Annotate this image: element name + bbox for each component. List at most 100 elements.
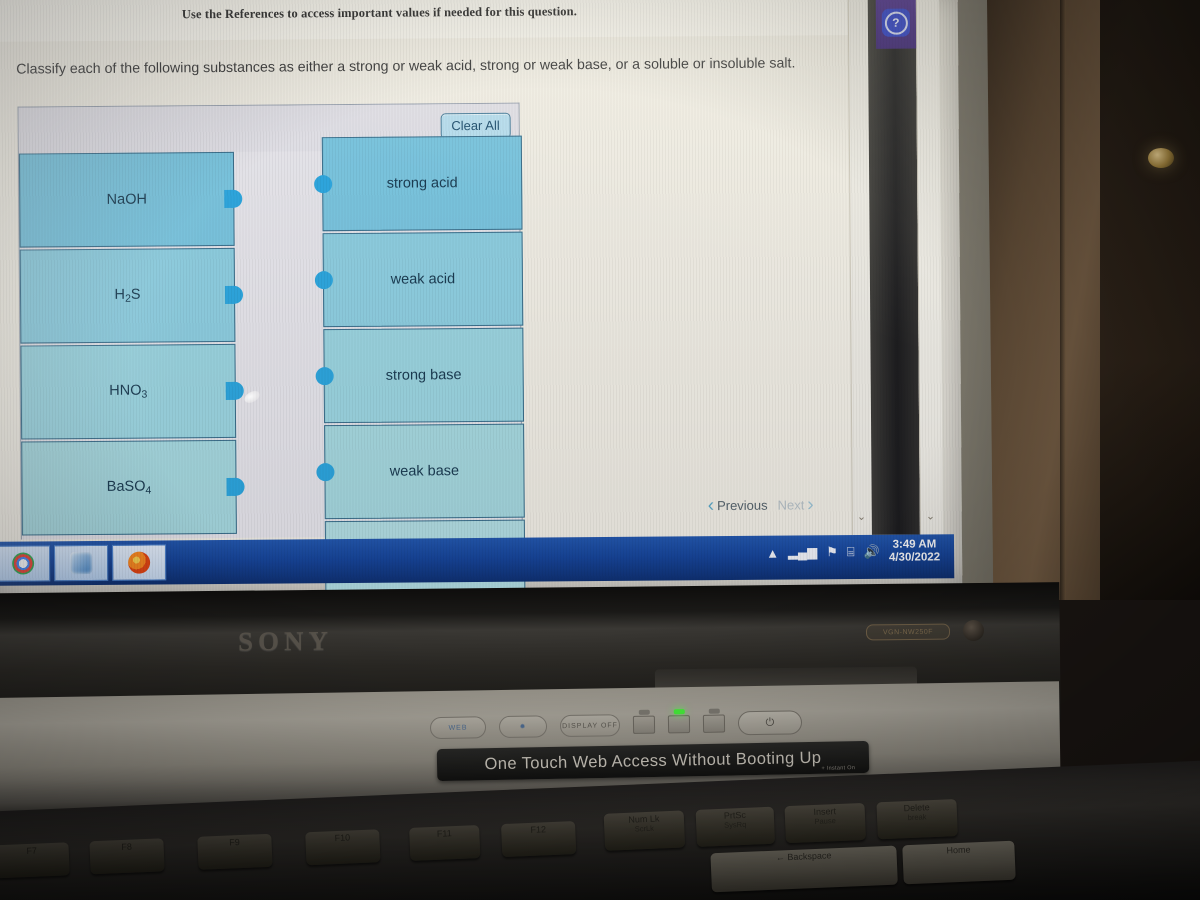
key-f8[interactable]: F8 — [89, 838, 165, 875]
chevron-left-icon: ‹ — [707, 495, 715, 517]
key-prtsc[interactable]: PrtSc SysRq — [695, 806, 776, 847]
security-updates-icon — [70, 552, 93, 575]
key-label: F10 — [334, 832, 351, 844]
category-label: strong acid — [386, 175, 458, 192]
key-f9[interactable]: F9 — [197, 833, 273, 870]
question-navigation: ‹ Previous Next › — [707, 494, 814, 517]
key-sublabel: Pause — [814, 816, 836, 826]
scroll-down-arrow-icon[interactable]: ⌄ — [926, 509, 935, 522]
category-label: weak base — [389, 463, 460, 480]
matching-panel: Clear All NaOH H2S HNO3 BaSO4 strong acid we… — [17, 102, 526, 594]
power-button[interactable]: ⏻ — [737, 710, 803, 736]
clock-time: 3:49 AM — [892, 538, 937, 551]
key-f10[interactable]: F10 — [305, 829, 381, 866]
substance-tile[interactable]: BaSO4 — [21, 439, 245, 536]
key-sublabel: break — [907, 812, 927, 823]
category-tile[interactable]: weak base — [316, 423, 525, 520]
hdd-indicator-icon — [632, 709, 656, 734]
substance-label: HNO3 — [109, 382, 148, 401]
taskbar-item-firefox[interactable] — [111, 544, 167, 581]
substance-label: BaSO4 — [106, 478, 152, 497]
key-label: Num Lk ScrLk — [628, 813, 660, 834]
flag-action-center-icon[interactable]: ⚑ — [826, 544, 838, 560]
dark-doorway — [1100, 0, 1200, 600]
key-label: F7 — [26, 845, 38, 857]
previous-label: Previous — [716, 497, 768, 514]
windows-taskbar: ▲ ▂▄▆ ⚑ ⌸ 🔊 3:49 AM 4/30/2022 — [0, 534, 955, 586]
key-label: ← Backspace — [775, 850, 832, 863]
key-label: Delete break — [903, 802, 930, 823]
substance-label: H2S — [114, 286, 141, 305]
next-label: Next — [777, 497, 805, 513]
key-delete[interactable]: Delete break — [876, 799, 958, 840]
taskbar-item-chrome[interactable] — [0, 545, 51, 582]
system-tray: ▲ ▂▄▆ ⚑ ⌸ 🔊 3:49 AM 4/30/2022 — [766, 538, 940, 565]
connector-knob-icon[interactable] — [314, 175, 333, 194]
clock-date: 4/30/2022 — [888, 551, 941, 564]
door-knob — [1148, 148, 1174, 168]
category-tile[interactable]: weak acid — [314, 231, 524, 328]
key-num-lk[interactable]: Num Lk ScrLk — [603, 810, 686, 851]
connector-knob-icon[interactable] — [315, 367, 334, 386]
category-column: strong acid weak acid strong base weak base — [314, 135, 526, 594]
connector-knob-icon[interactable] — [226, 477, 245, 496]
question-mark-icon: ? — [884, 11, 908, 35]
sticker-text: One Touch Web Access Without Booting Up — [484, 748, 822, 773]
window-gutter — [867, 0, 920, 535]
next-button[interactable]: Next › — [777, 494, 814, 516]
connector-knob-icon[interactable] — [316, 463, 335, 482]
battery-indicator-icon — [702, 708, 726, 733]
sticker-subtext: + Instant On — [821, 765, 856, 772]
chevron-right-icon: › — [807, 494, 814, 516]
laptop-screen: Use the References to access important v… — [0, 0, 963, 594]
reference-bar-text: Use the References to access important v… — [181, 4, 577, 22]
mute-button[interactable]: ✹ — [498, 715, 548, 739]
key--backspace[interactable]: ← Backspace — [710, 845, 898, 893]
help-button[interactable]: ? — [881, 8, 911, 37]
model-badge: VGN-NW250F — [865, 623, 951, 641]
network-signal-icon[interactable]: ▂▄▆ — [788, 544, 817, 560]
page-scrollbar[interactable]: ⌄ — [915, 0, 943, 535]
key-label: F9 — [229, 837, 240, 848]
category-tile[interactable]: strong base — [315, 327, 525, 424]
key-f7[interactable]: F7 — [0, 842, 70, 879]
sony-logo: SONY — [237, 625, 334, 657]
substance-label: NaOH — [106, 191, 147, 208]
previous-button[interactable]: ‹ Previous — [707, 495, 768, 517]
taskbar-icons — [0, 544, 167, 582]
substance-tile[interactable]: HNO3 — [20, 343, 244, 440]
substance-tile[interactable]: H2S — [19, 247, 244, 344]
door-edge — [1060, 0, 1066, 600]
key-home[interactable]: Home — [902, 840, 1016, 885]
key-label: F8 — [121, 841, 133, 853]
chrome-icon — [12, 552, 35, 575]
scroll-down-arrow-icon[interactable]: ⌄ — [857, 510, 866, 523]
connector-knob-icon[interactable] — [224, 285, 244, 304]
key-insert[interactable]: Insert Pause — [784, 802, 866, 844]
question-prompt: Classify each of the following substance… — [16, 55, 796, 78]
firefox-icon — [128, 551, 151, 574]
web-button[interactable]: WEB — [429, 716, 487, 740]
connector-knob-icon[interactable] — [225, 381, 244, 400]
key-f11[interactable]: F11 — [409, 825, 481, 861]
key-label: PrtSc SysRq — [723, 809, 747, 830]
notification-icon[interactable]: ⌸ — [847, 544, 855, 560]
connector-knob-icon[interactable] — [314, 271, 333, 290]
key-f12[interactable]: F12 — [500, 821, 577, 858]
key-label: F11 — [436, 828, 452, 839]
browser-page: Use the References to access important v… — [0, 0, 943, 594]
power-indicator-icon — [667, 709, 691, 734]
display-off-button[interactable]: DISPLAY OFF — [559, 714, 621, 738]
category-tile[interactable]: strong acid — [314, 135, 523, 232]
clock[interactable]: 3:49 AM 4/30/2022 — [889, 538, 940, 564]
category-label: weak acid — [390, 271, 456, 288]
substance-column: NaOH H2S HNO3 BaSO4 — [18, 151, 245, 538]
key-sublabel: ScrLk — [634, 823, 655, 834]
connector-knob-icon[interactable] — [224, 189, 243, 208]
show-hidden-icons-icon[interactable]: ▲ — [766, 545, 779, 560]
substance-tile[interactable]: NaOH — [18, 151, 243, 248]
photo-scene: Use the References to access important v… — [0, 0, 1200, 900]
key-sublabel: SysRq — [724, 819, 747, 830]
volume-icon[interactable]: 🔊 — [864, 544, 880, 560]
taskbar-item-security-updates[interactable] — [53, 544, 109, 582]
